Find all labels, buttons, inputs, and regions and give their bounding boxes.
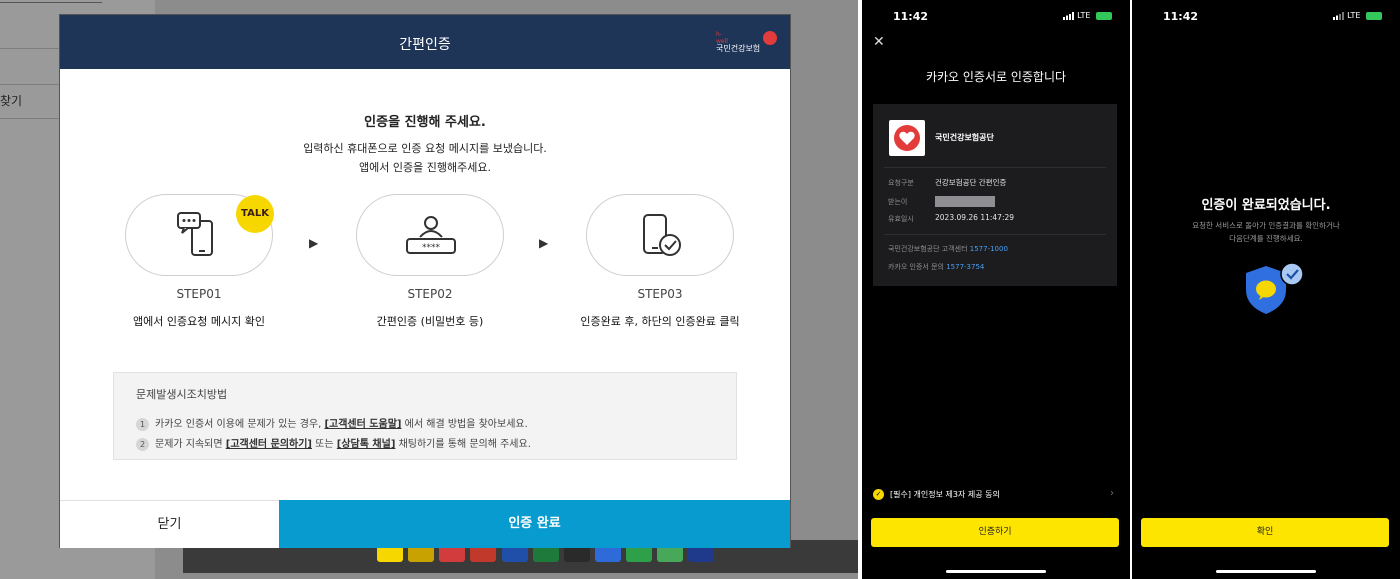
user-password-icon: **** xyxy=(406,216,456,254)
troubleshooting-text: 에서 해결 방법을 찾아보세요. xyxy=(401,419,528,430)
phone-screen-kakao-auth: 11:42 LTE ✕ 카카오 인증서로 인증합니다 국민건강보험공단 요청구분… xyxy=(862,0,1130,579)
chevron-right-icon[interactable]: › xyxy=(1110,488,1114,499)
step-arrow-icon: ▶ xyxy=(539,236,549,250)
modal-title: 간편인증 xyxy=(399,37,451,53)
chat-phone-icon xyxy=(177,212,213,256)
step-arrow-icon: ▶ xyxy=(309,236,319,250)
shield-check-icon xyxy=(1242,262,1308,322)
modal-description-line2: 앱에서 인증을 진행해주세요. xyxy=(359,161,491,174)
agreement-label: [필수] 개인정보 제3자 제공 동의 xyxy=(890,490,1000,499)
confirm-button[interactable]: 확인 xyxy=(1141,518,1389,547)
troubleshooting-text: 카카오 인증서 이용에 문제가 있는 경우, xyxy=(155,419,325,430)
divider xyxy=(884,167,1106,168)
customer-center-contact: 국민건강보험공단 고객센터 1577-1000 xyxy=(888,244,1008,254)
privacy-agreement-row[interactable]: ✓ [필수] 개인정보 제3자 제공 동의 xyxy=(873,489,1000,500)
field-value: 2023.09.26 11:47:29 xyxy=(935,213,1015,222)
troubleshooting-item: 1 카카오 인증서 이용에 문제가 있는 경우, [고객센터 도움말] 에서 해결… xyxy=(136,415,528,431)
chat-channel-link[interactable]: [상담톡 채널] xyxy=(337,439,396,450)
authenticate-button[interactable]: 인증하기 xyxy=(871,518,1119,547)
modal-header: 간편인증 h-well 국민건강보험 xyxy=(60,15,790,69)
customer-inquiry-link[interactable]: [고객센터 문의하기] xyxy=(226,439,312,450)
auth-complete-description-line1: 요청한 서비스로 돌아가 인증결과를 확인하거나 xyxy=(1192,221,1340,230)
signal-icon xyxy=(1332,11,1344,20)
contact-label: 카카오 인증서 문의 xyxy=(888,263,944,271)
phone-screen-auth-complete: 11:42 LTE 인증이 완료되었습니다. 요청한 서비스로 돌아가 인증결과… xyxy=(1132,0,1400,579)
nhis-logo-mark-icon xyxy=(763,31,777,45)
contact-phone-link[interactable]: 1577-3754 xyxy=(946,263,984,271)
kakaotalk-badge-icon: TALK xyxy=(236,195,274,233)
auth-request-card: 국민건강보험공단 요청구분 건강보험공단 간편인증 받는이 유효일시 2023.… xyxy=(873,104,1117,286)
nhis-logo-text: 국민건강보험 xyxy=(716,44,761,53)
help-center-link[interactable]: [고객센터 도움말] xyxy=(324,419,401,430)
svg-text:****: **** xyxy=(422,243,441,253)
auth-complete-button[interactable]: 인증 완료 xyxy=(279,500,790,548)
signal-icon xyxy=(1062,11,1074,20)
status-time: 11:42 xyxy=(1163,10,1199,23)
auth-complete-title: 인증이 완료되었습니다. xyxy=(1201,198,1331,213)
troubleshooting-text: 또는 xyxy=(312,439,337,450)
troubleshooting-text: 채팅하기를 통해 문의해 주세요. xyxy=(395,439,531,450)
kakao-auth-title: 카카오 인증서로 인증합니다 xyxy=(925,70,1067,84)
step3-label: STEP03 xyxy=(637,287,683,301)
modal-lead-text: 인증을 진행해 주세요. xyxy=(364,115,486,130)
troubleshooting-box: 문제발생시조치방법 1 카카오 인증서 이용에 문제가 있는 경우, [고객센터 … xyxy=(113,372,737,460)
auth-modal: 간편인증 h-well 국민건강보험 인증을 진행해 주세요. 입력하신 휴대폰… xyxy=(59,14,791,548)
status-time: 11:42 xyxy=(893,10,929,23)
battery-icon xyxy=(1366,11,1382,20)
network-label: LTE xyxy=(1077,11,1091,20)
step3-description: 인증완료 후, 하단의 인증완료 클릭 xyxy=(580,315,740,328)
network-label: LTE xyxy=(1347,11,1361,20)
step1-label: STEP01 xyxy=(176,287,222,301)
step3-pill xyxy=(586,194,734,276)
contact-label: 국민건강보험공단 고객센터 xyxy=(888,245,968,253)
auth-complete-description-line2: 다음단계를 진행하세요. xyxy=(1229,234,1303,243)
field-key: 유효일시 xyxy=(888,215,914,223)
troubleshooting-text: 문제가 지속되면 xyxy=(155,439,226,450)
item-number-badge: 1 xyxy=(136,418,149,431)
status-indicators: LTE xyxy=(1332,11,1382,20)
battery-icon xyxy=(1096,11,1112,20)
step2-pill: **** xyxy=(356,194,504,276)
kakao-cert-contact: 카카오 인증서 문의 1577-3754 xyxy=(888,262,984,272)
status-indicators: LTE xyxy=(1062,11,1112,20)
close-icon[interactable]: ✕ xyxy=(873,34,885,50)
modal-description-line1: 입력하신 휴대폰으로 인증 요청 메시지를 보냈습니다. xyxy=(303,142,547,155)
home-indicator xyxy=(1216,570,1316,573)
item-number-badge: 2 xyxy=(136,438,149,451)
field-value: 건강보험공단 간편인증 xyxy=(935,178,1007,187)
close-button[interactable]: 닫기 xyxy=(60,500,279,548)
field-key: 요청구분 xyxy=(888,179,914,187)
masked-recipient xyxy=(935,196,995,207)
check-icon[interactable]: ✓ xyxy=(873,489,884,500)
organization-name: 국민건강보험공단 xyxy=(935,133,994,142)
phone-check-icon xyxy=(643,214,681,256)
nhis-app-logo xyxy=(889,120,925,156)
heart-logo-icon xyxy=(894,125,920,151)
step2-label: STEP02 xyxy=(407,287,453,301)
troubleshooting-item: 2 문제가 지속되면 [고객센터 문의하기] 또는 [상담톡 채널] 채팅하기를 … xyxy=(136,435,531,451)
home-indicator xyxy=(946,570,1046,573)
background-sidebar-label: 찾기 xyxy=(0,94,23,108)
step1-description: 앱에서 인증요청 메시지 확인 xyxy=(133,315,265,328)
field-key: 받는이 xyxy=(888,198,908,206)
step2-description: 간편인증 (비밀번호 등) xyxy=(376,315,484,328)
contact-phone-link[interactable]: 1577-1000 xyxy=(970,245,1008,253)
troubleshooting-title: 문제발생시조치방법 xyxy=(136,388,228,401)
divider xyxy=(884,234,1106,235)
